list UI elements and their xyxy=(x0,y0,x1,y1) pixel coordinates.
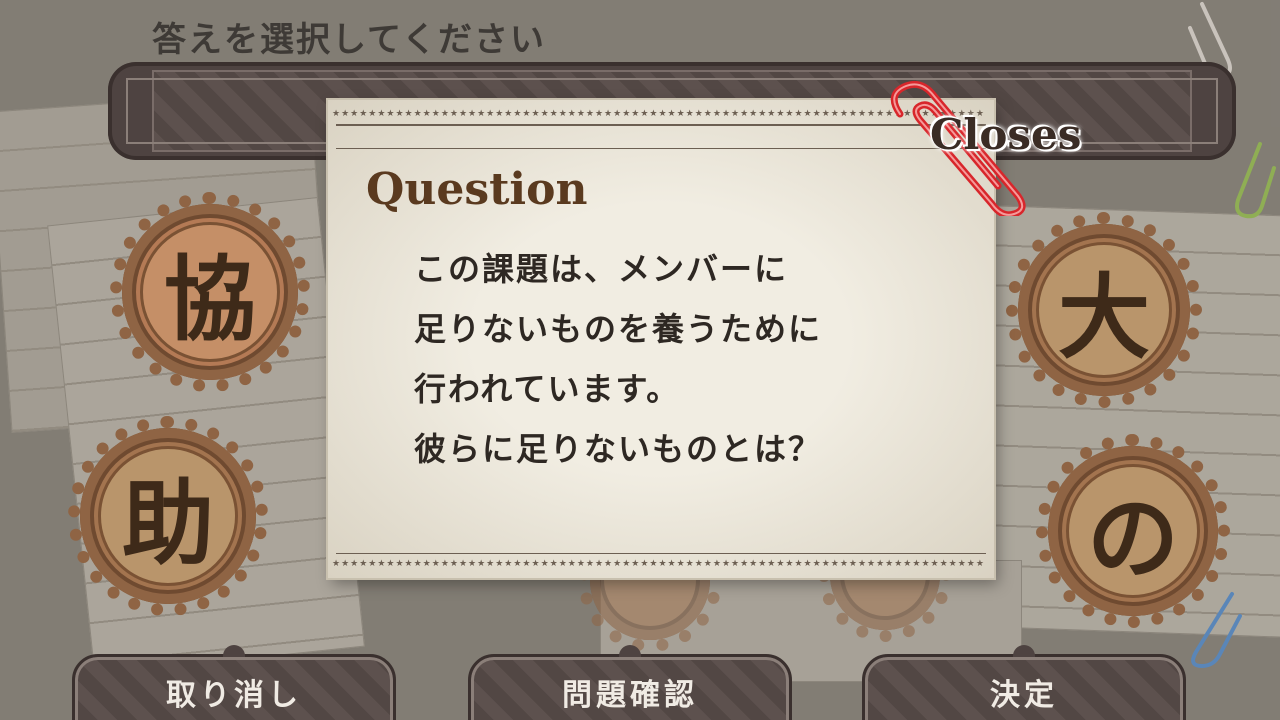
card-rule xyxy=(336,553,986,554)
decide-button[interactable]: 決定 xyxy=(862,645,1186,720)
choice-character: 助 xyxy=(121,469,214,578)
choice-character: 協 xyxy=(163,245,256,354)
choice-gear[interactable]: 協 xyxy=(110,192,310,392)
check-question-button-label: 問題確認 xyxy=(562,678,698,713)
cancel-button[interactable]: 取り消し xyxy=(72,645,396,720)
check-question-button[interactable]: 問題確認 xyxy=(468,645,792,720)
question-line: この課題は、メンバーに xyxy=(414,250,789,288)
paperclip-icon xyxy=(1235,142,1276,219)
instruction-title: 答えを選択してください xyxy=(152,20,546,60)
question-line: 足りないものを養うために xyxy=(414,310,823,348)
card-star-border: ★★★★★★★★★★★★★★★★★★★★★★★★★★★★★★★★★★★★★★★★… xyxy=(332,559,985,569)
choice-gear[interactable]: 助 xyxy=(68,416,268,616)
close-button[interactable]: Closes xyxy=(930,110,1081,159)
choice-character: の xyxy=(1086,484,1179,593)
choice-gear[interactable]: 大 xyxy=(1006,212,1202,408)
question-line: 行われています。 xyxy=(414,370,681,408)
card-heading: Question xyxy=(366,164,588,215)
question-line: 彼らに足りないものとは？ xyxy=(414,430,823,468)
decide-button-label: 決定 xyxy=(990,678,1058,713)
game-screen: 答えを選択してください 協 助 大 の ★★★★★★★★★★★★★★★★★★★★… xyxy=(0,0,1280,720)
cancel-button-label: 取り消し xyxy=(166,678,302,713)
choice-character: 大 xyxy=(1057,263,1150,372)
choice-gear[interactable]: の xyxy=(1036,434,1230,628)
